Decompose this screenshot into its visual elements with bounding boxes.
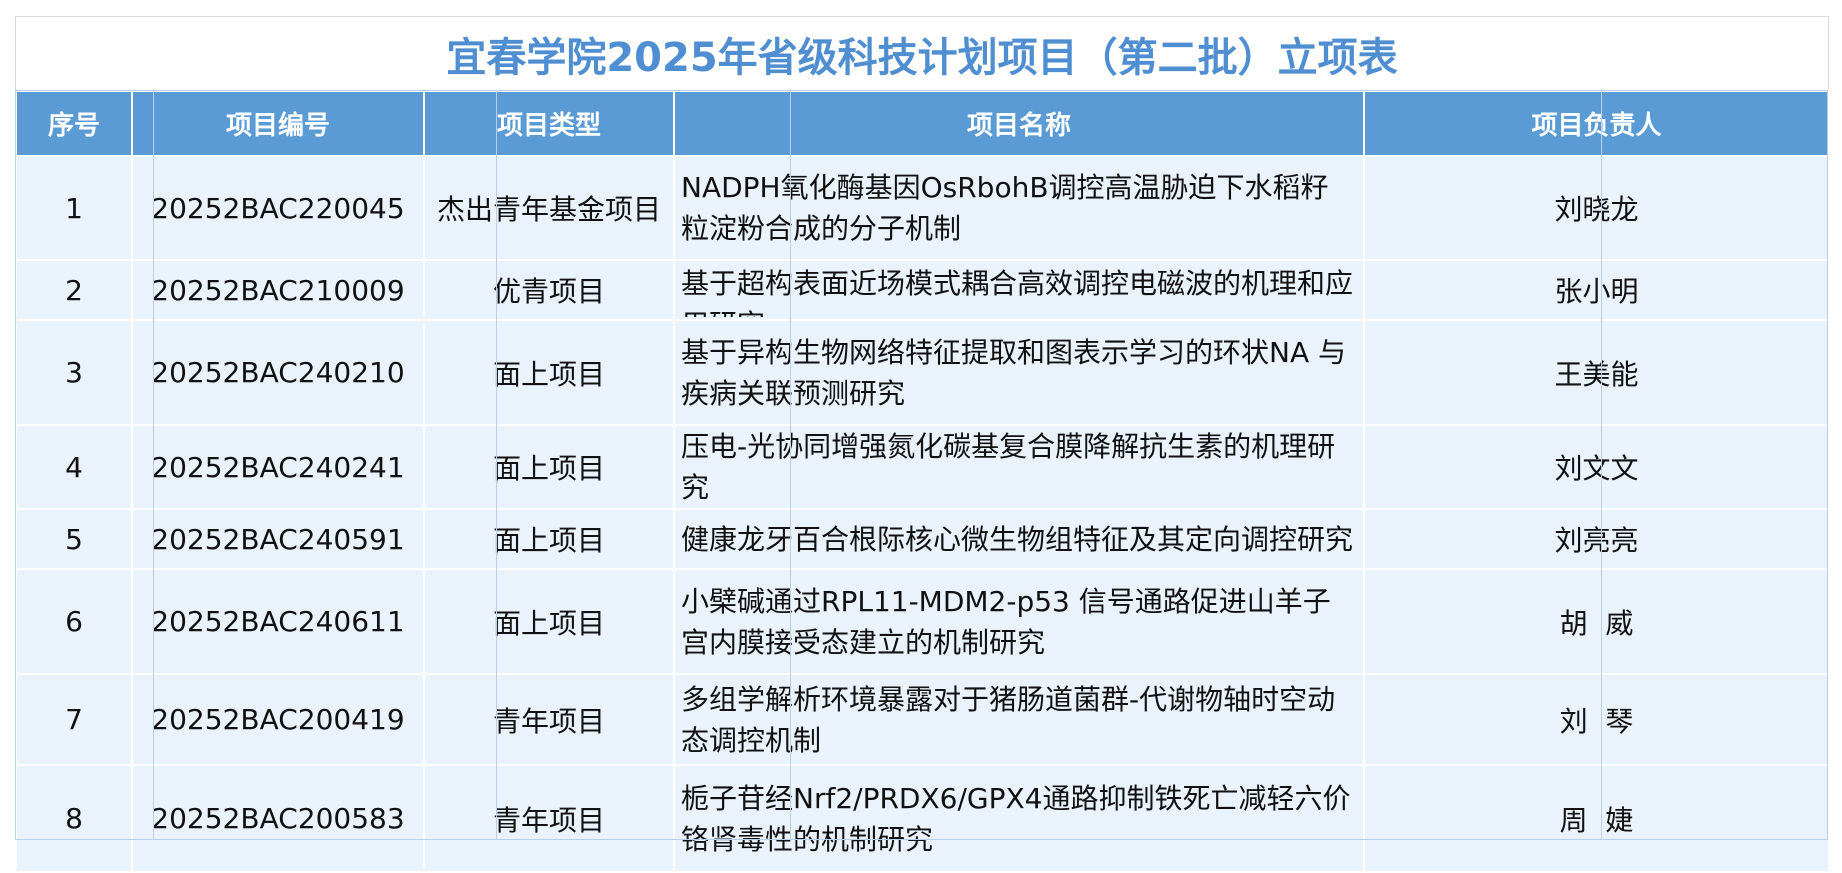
cell-name-text: 多组学解析环境暴露对于猪肠道菌群-代谢物轴时空动态调控机制 [681, 682, 1336, 757]
cell-leader: 胡 威 [1363, 568, 1830, 675]
cell-type: 面上项目 [423, 424, 675, 510]
cell-name-text: 基于异构生物网络特征提取和图表示学习的环状NA 与疾病关联预测研究 [681, 335, 1347, 410]
cell-type: 优青项目 [423, 259, 675, 321]
cell-code: 20252BAC240611 [131, 568, 425, 675]
cell-name-text: 压电-光协同增强氮化碳基复合膜降解抗生素的机理研究 [681, 430, 1336, 504]
cell-leader: 刘晓龙 [1363, 155, 1830, 261]
cell-code: 20252BAC220045 [131, 155, 425, 261]
cell-index: 4 [15, 424, 133, 510]
cell-leader: 刘亮亮 [1363, 508, 1830, 570]
cell-type: 面上项目 [423, 508, 675, 570]
cell-name-text: NADPH氧化酶基因OsRbohB调控高温胁迫下水稻籽粒淀粉合成的分子机制 [681, 171, 1329, 245]
table-row: 8 20252BAC200583 青年项目 栀子苷经Nrf2/PRDX6/GPX… [15, 764, 1830, 873]
table-row: 1 20252BAC220045 杰出青年基金项目 NADPH氧化酶基因OsRb… [15, 155, 1830, 261]
cell-name: 健康龙牙百合根际核心微生物组特征及其定向调控研究 [673, 508, 1365, 570]
cell-type: 杰出青年基金项目 [423, 155, 675, 261]
cell-index: 6 [15, 568, 133, 675]
cell-code: 20252BAC240591 [131, 508, 425, 570]
cell-type: 青年项目 [423, 673, 675, 766]
cell-code: 20252BAC200419 [131, 673, 425, 766]
cell-code: 20252BAC240210 [131, 319, 425, 426]
cell-leader: 王美能 [1363, 319, 1830, 426]
header-row: 序号 项目编号 项目类型 项目名称 项目负责人 [15, 90, 1830, 157]
project-table: 序号 项目编号 项目类型 项目名称 项目负责人 1 20252BAC220045… [15, 90, 1830, 873]
cell-type: 面上项目 [423, 319, 675, 426]
cell-index: 7 [15, 673, 133, 766]
header-code: 项目编号 [131, 90, 425, 157]
table-row: 6 20252BAC240611 面上项目 小檗碱通过RPL11-MDM2-p5… [15, 568, 1830, 675]
cell-name-text: 小檗碱通过RPL11-MDM2-p53 信号通路促进山羊子宫内膜接受态建立的机制… [681, 584, 1331, 659]
title-bar: 宜春学院2025年省级科技计划项目（第二批）立项表 [15, 16, 1829, 91]
cell-code: 20252BAC200583 [131, 764, 425, 873]
cell-type: 青年项目 [423, 764, 675, 873]
cell-leader: 周 婕 [1363, 764, 1830, 873]
table-row: 5 20252BAC240591 面上项目 健康龙牙百合根际核心微生物组特征及其… [15, 508, 1830, 570]
cell-code: 20252BAC240241 [131, 424, 425, 510]
cell-index: 8 [15, 764, 133, 873]
cell-leader: 张小明 [1363, 259, 1830, 321]
header-index: 序号 [15, 90, 133, 157]
cell-name: 多组学解析环境暴露对于猪肠道菌群-代谢物轴时空动态调控机制 [673, 673, 1365, 766]
cell-leader: 刘文文 [1363, 424, 1830, 510]
cell-name: 压电-光协同增强氮化碳基复合膜降解抗生素的机理研究 [673, 424, 1365, 510]
table-row: 2 20252BAC210009 优青项目 基于超构表面近场模式耦合高效调控电磁… [15, 259, 1830, 321]
cell-type: 面上项目 [423, 568, 675, 675]
spreadsheet-sheet: 宜春学院2025年省级科技计划项目（第二批）立项表 序号 项目编号 项目类型 项… [0, 0, 1842, 873]
table-row: 3 20252BAC240210 面上项目 基于异构生物网络特征提取和图表示学习… [15, 319, 1830, 426]
cell-leader: 刘 琴 [1363, 673, 1830, 766]
cell-name: NADPH氧化酶基因OsRbohB调控高温胁迫下水稻籽粒淀粉合成的分子机制 [673, 155, 1365, 261]
header-name: 项目名称 [673, 90, 1365, 157]
cell-index: 5 [15, 508, 133, 570]
column-divider [496, 90, 497, 839]
cell-name-text: 健康龙牙百合根际核心微生物组特征及其定向调控研究 [681, 522, 1354, 556]
cell-code: 20252BAC210009 [131, 259, 425, 321]
cell-name-text: 基于超构表面近场模式耦合高效调控电磁波的机理和应用研究 [681, 267, 1354, 317]
table-row: 7 20252BAC200419 青年项目 多组学解析环境暴露对于猪肠道菌群-代… [15, 673, 1830, 766]
cell-index: 2 [15, 259, 133, 321]
cell-name: 栀子苷经Nrf2/PRDX6/GPX4通路抑制铁死亡减轻六价铬肾毒性的机制研究 [673, 764, 1365, 873]
cell-name: 基于异构生物网络特征提取和图表示学习的环状NA 与疾病关联预测研究 [673, 319, 1365, 426]
table-row: 4 20252BAC240241 面上项目 压电-光协同增强氮化碳基复合膜降解抗… [15, 424, 1830, 510]
header-type: 项目类型 [423, 90, 675, 157]
column-divider [153, 90, 154, 839]
cell-name: 小檗碱通过RPL11-MDM2-p53 信号通路促进山羊子宫内膜接受态建立的机制… [673, 568, 1365, 675]
column-divider [1601, 90, 1602, 839]
cell-index: 3 [15, 319, 133, 426]
cell-name-text: 栀子苷经Nrf2/PRDX6/GPX4通路抑制铁死亡减轻六价铬肾毒性的机制研究 [681, 781, 1351, 856]
header-leader: 项目负责人 [1363, 90, 1830, 157]
cell-name: 基于超构表面近场模式耦合高效调控电磁波的机理和应用研究 [673, 259, 1365, 321]
cell-index: 1 [15, 155, 133, 261]
table-title: 宜春学院2025年省级科技计划项目（第二批）立项表 [446, 35, 1398, 81]
column-divider [790, 90, 791, 839]
